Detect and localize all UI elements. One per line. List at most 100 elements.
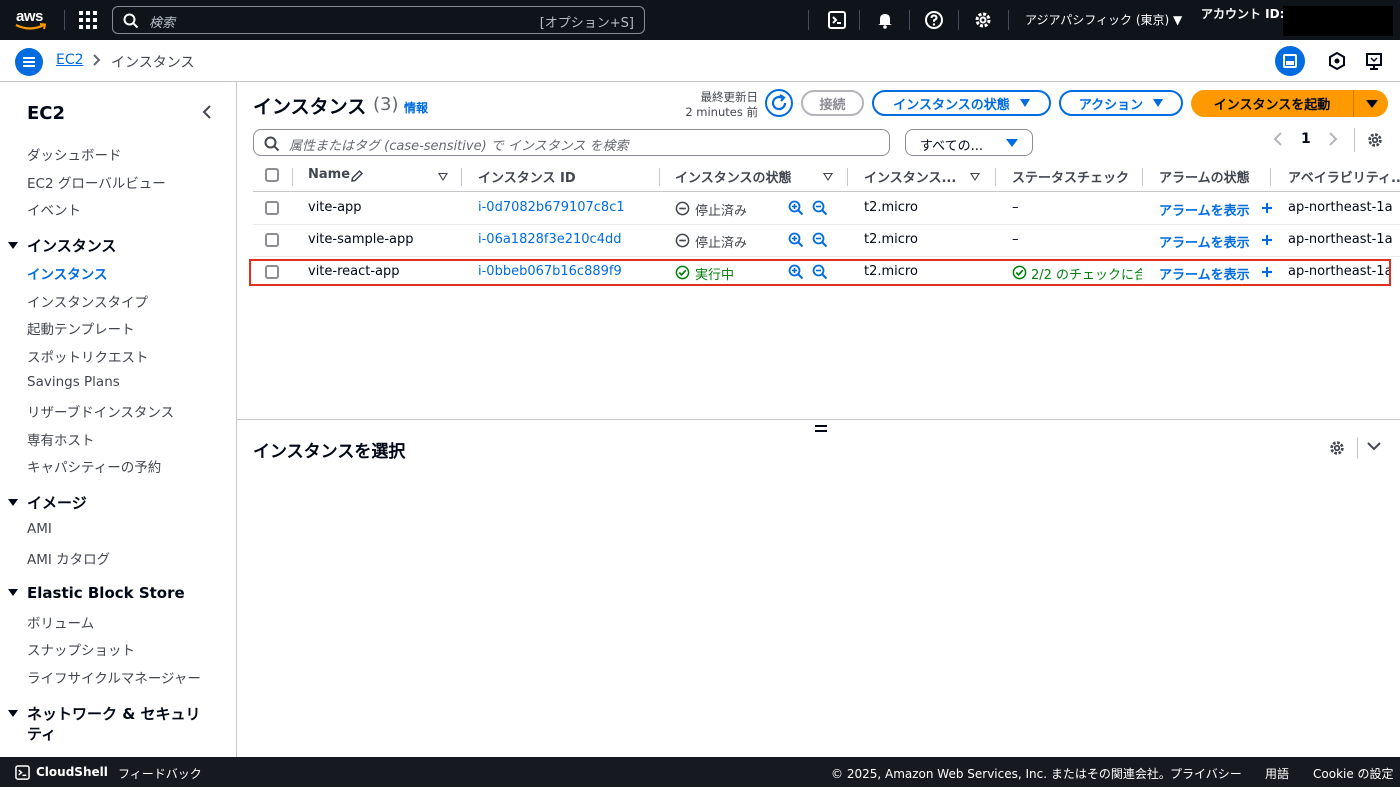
sidebar-item-reserved-instances[interactable]: リザーブドインスタンス: [27, 401, 174, 421]
sort-caret-icon[interactable]: [438, 173, 448, 181]
instance-state-dropdown[interactable]: インスタンスの状態: [872, 90, 1051, 116]
sidebar-item-volumes[interactable]: ボリューム: [27, 612, 94, 632]
cloudshell-icon[interactable]: [827, 10, 847, 30]
state-filter-select[interactable]: すべての...: [905, 129, 1033, 156]
sidebar-section-ebs[interactable]: Elastic Block Store: [8, 584, 185, 602]
plus-icon[interactable]: [1261, 266, 1273, 278]
column-header-alarm[interactable]: アラームの状態: [1159, 167, 1250, 186]
launch-instance-button[interactable]: インスタンスを起動: [1191, 90, 1353, 117]
cell-instance-id-link[interactable]: i-06a1828f3e210c4dd: [478, 232, 621, 247]
sidebar-item-launch-templates[interactable]: 起動テンプレート: [27, 318, 135, 338]
column-header-instance-id[interactable]: インスタンス ID: [478, 167, 576, 186]
column-header-type[interactable]: インスタンス...: [864, 167, 962, 186]
sort-caret-icon[interactable]: [823, 173, 833, 181]
caret-down-icon: [8, 242, 18, 249]
cookie-settings-link[interactable]: Cookie の設定: [1313, 765, 1394, 782]
split-panel-gear-icon[interactable]: [1328, 439, 1346, 457]
column-header-status-check[interactable]: ステータスチェック: [1012, 167, 1128, 186]
actions-label: アクション: [1078, 97, 1144, 113]
table-settings-gear-icon[interactable]: [1366, 131, 1384, 149]
monitor-icon[interactable]: [1359, 46, 1389, 76]
panel-layout-button[interactable]: [1275, 46, 1305, 76]
zoom-in-icon[interactable]: [788, 232, 804, 248]
instance-state-label: インスタンスの状態: [893, 97, 1010, 113]
privacy-link[interactable]: プライバシー: [1170, 765, 1242, 782]
plus-icon[interactable]: [1261, 234, 1273, 246]
aws-smile-icon: [15, 23, 47, 30]
chevron-down-icon[interactable]: [1366, 440, 1382, 452]
sidebar-item-dedicated-hosts[interactable]: 専有ホスト: [27, 429, 95, 449]
refresh-button[interactable]: [765, 89, 793, 117]
settings-gear-icon[interactable]: [973, 10, 993, 30]
sidebar-item-instances[interactable]: インスタンス: [27, 263, 107, 283]
row-checkbox[interactable]: [265, 233, 279, 247]
cell-alarm-link[interactable]: アラームを表示: [1159, 264, 1250, 283]
plus-icon[interactable]: [1261, 202, 1273, 214]
cell-instance-type: t2.micro: [864, 264, 918, 279]
instance-count: (3): [373, 94, 399, 115]
column-header-name[interactable]: Name: [308, 167, 350, 182]
zoom-in-icon[interactable]: [788, 264, 804, 280]
cloudshell-icon[interactable]: [15, 765, 30, 780]
connect-button[interactable]: 接続: [801, 90, 864, 116]
bell-icon[interactable]: [875, 10, 895, 30]
breadcrumb-ec2-link[interactable]: EC2: [56, 52, 84, 68]
zoom-out-icon[interactable]: [812, 264, 828, 280]
instance-search-input[interactable]: 属性またはタグ (case-sensitive) で インスタンス を検索: [253, 129, 890, 156]
zoom-out-icon[interactable]: [812, 232, 828, 248]
sidebar-item-events[interactable]: イベント: [27, 199, 81, 219]
sidebar-section-network[interactable]: ネットワーク & セキュリ: [8, 703, 201, 724]
stopped-icon: [675, 201, 690, 216]
page-number[interactable]: 1: [1301, 131, 1311, 147]
sidebar-item-ami-catalog[interactable]: AMI カタログ: [27, 548, 110, 568]
feedback-link[interactable]: フィードバック: [118, 765, 202, 782]
row-checkbox[interactable]: [265, 201, 279, 215]
terms-link[interactable]: 用語: [1265, 765, 1289, 782]
zoom-out-icon[interactable]: [812, 200, 828, 216]
cell-instance-id-link[interactable]: i-0d7082b679107c8c1: [478, 200, 625, 215]
cell-alarm-link[interactable]: アラームを表示: [1159, 200, 1250, 219]
sidebar-item-spot-requests[interactable]: スポットリクエスト: [27, 346, 149, 366]
cell-instance-id-link[interactable]: i-0bbeb067b16c889f9: [478, 264, 622, 279]
chevron-left-icon[interactable]: [201, 104, 213, 120]
sidebar-item-savings-plans[interactable]: Savings Plans: [27, 374, 120, 390]
sidebar-item-dashboard[interactable]: ダッシュボード: [27, 144, 122, 164]
column-header-state[interactable]: インスタンスの状態: [675, 167, 791, 186]
search-icon: [264, 136, 280, 152]
actions-dropdown[interactable]: アクション: [1059, 90, 1183, 116]
chevron-right-icon[interactable]: [1328, 132, 1338, 146]
cell-alarm-link[interactable]: アラームを表示: [1159, 232, 1250, 251]
cell-status-check: –: [1012, 200, 1019, 215]
account-label[interactable]: アカウント ID:: [1201, 5, 1284, 22]
sidebar-item-global-view[interactable]: EC2 グローバルビュー: [27, 172, 166, 192]
sidebar-item-ami[interactable]: AMI: [27, 521, 52, 537]
sidebar-item-snapshots[interactable]: スナップショット: [27, 639, 135, 659]
resize-handle-icon[interactable]: [815, 425, 827, 435]
sidebar-item-lifecycle-manager[interactable]: ライフサイクルマネージャー: [27, 667, 201, 687]
row-checkbox[interactable]: [265, 265, 279, 279]
nav-divider: [909, 10, 910, 30]
global-search-input[interactable]: 検索 [オプション+S]: [112, 6, 645, 34]
region-selector[interactable]: アジアパシフィック (東京) ▼: [1025, 11, 1182, 28]
services-grid-icon[interactable]: [79, 11, 97, 29]
help-icon[interactable]: [924, 10, 944, 30]
footer: CloudShell フィードバック © 2025, Amazon Web Se…: [0, 757, 1400, 787]
info-link[interactable]: 情報: [404, 99, 428, 116]
sidebar-item-capacity-reservations[interactable]: キャパシティーの予約: [27, 456, 161, 476]
hexagon-icon[interactable]: [1322, 46, 1352, 76]
side-menu-button[interactable]: [15, 48, 43, 76]
zoom-in-icon[interactable]: [788, 200, 804, 216]
caret-down-icon: [1019, 99, 1030, 107]
sidebar-section-label: インスタンス: [27, 237, 117, 255]
chevron-left-icon[interactable]: [1273, 132, 1283, 146]
cloudshell-link[interactable]: CloudShell: [36, 765, 108, 779]
select-all-checkbox[interactable]: [265, 168, 279, 182]
launch-instance-dropdown[interactable]: [1353, 90, 1388, 117]
sidebar-section-images[interactable]: イメージ: [8, 492, 87, 513]
sidebar-section-instances[interactable]: インスタンス: [8, 235, 116, 256]
aws-logo[interactable]: aws: [14, 7, 50, 33]
sidebar-item-instance-types[interactable]: インスタンスタイプ: [27, 291, 148, 311]
column-header-az[interactable]: アベイラビリティ...: [1288, 167, 1400, 186]
sort-caret-icon[interactable]: [970, 173, 980, 181]
connect-button-label: 接続: [819, 97, 846, 113]
